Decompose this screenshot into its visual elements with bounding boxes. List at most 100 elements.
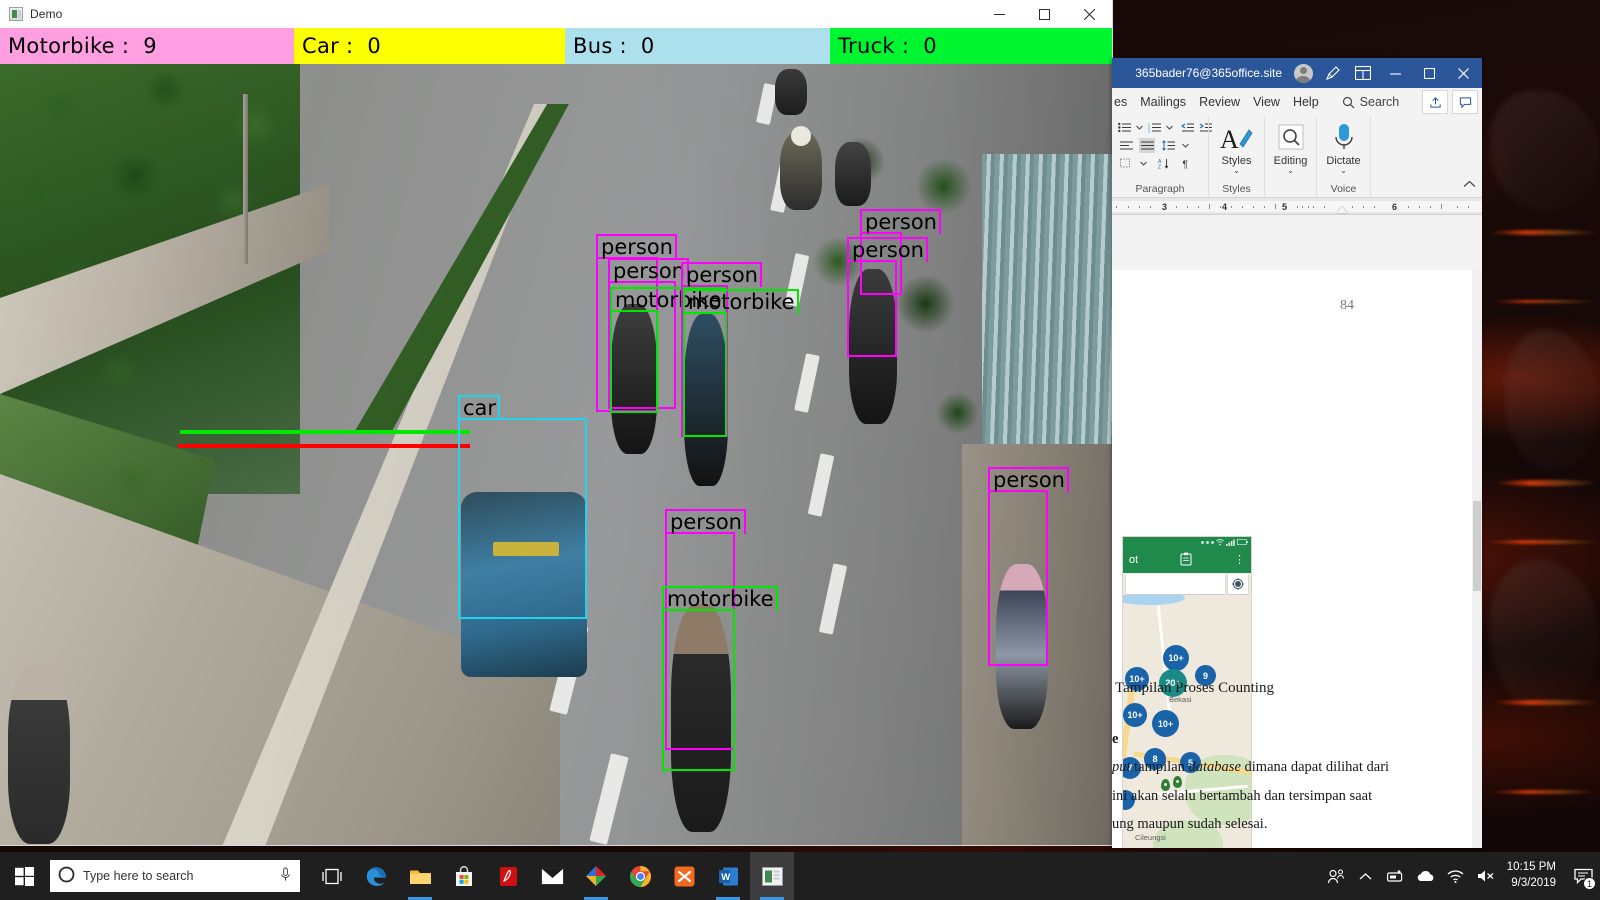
counter-motorbike-value: 9 [143,34,157,58]
clipboard-icon[interactable] [1180,552,1192,569]
body-line-italic2: database [1188,759,1241,776]
tab-view[interactable]: View [1253,95,1280,109]
shading-icon[interactable] [1118,156,1134,171]
counter-car-value: 0 [367,34,382,58]
word-window[interactable]: 365bader76@365office.site es Mailings Re… [1112,58,1482,848]
person-blob [8,664,70,844]
removable-media-icon[interactable] [1381,852,1411,900]
decrease-indent-icon[interactable] [1181,120,1194,135]
search-input[interactable]: Search [1342,95,1399,109]
action-center-icon[interactable]: 1 [1566,852,1600,900]
close-icon[interactable] [1067,0,1112,28]
styles-icon: A [1220,120,1254,154]
taskbar[interactable]: Type here to search W 10:15 PM 9/3/2019 … [0,852,1600,900]
ribbon-collapse[interactable] [1370,116,1482,197]
overflow-menu-icon[interactable]: ⋮ [1234,554,1245,566]
word-titlebar[interactable]: 365bader76@365office.site [1112,58,1482,88]
demo-titlebar[interactable]: Demo [0,0,1112,28]
chevron-down-icon[interactable] [1139,156,1147,171]
bullets-icon[interactable] [1118,120,1131,135]
mail-icon[interactable] [530,852,574,900]
phone-search-row[interactable] [1123,573,1251,595]
chrome-icon[interactable] [618,852,662,900]
people-icon[interactable] [1321,852,1351,900]
vehicle-blob [775,69,807,115]
ribbon-display-icon[interactable] [1348,58,1378,88]
chevron-down-icon[interactable] [1166,120,1173,135]
chevron-down-icon[interactable]: ⌄ [1340,167,1347,175]
maximize-icon[interactable] [1022,0,1067,28]
xampp-icon[interactable] [662,852,706,900]
volume-muted-icon[interactable] [1471,852,1501,900]
comment-icon[interactable] [1452,90,1478,114]
styles-button[interactable]: A Styles ⌄ [1213,120,1261,175]
map-cluster[interactable]: 10+ [1163,645,1189,671]
edge-icon[interactable] [354,852,398,900]
chevron-down-icon[interactable] [1136,120,1143,135]
folder-icon[interactable] [398,852,442,900]
document-scrollbar[interactable] [1472,270,1482,848]
body-line: e [1112,731,1119,747]
show-hidden-icons-chevron[interactable] [1351,852,1381,900]
chevron-down-icon[interactable]: ⌄ [1287,167,1294,175]
tab-review[interactable]: Review [1199,95,1240,109]
windows-start-icon[interactable] [0,852,48,900]
map-cluster[interactable]: 10+ [1123,703,1147,727]
align-left-icon[interactable] [1118,138,1134,153]
demo-app-icon[interactable] [750,852,794,900]
ink-pen-icon[interactable] [1318,58,1348,88]
detection-label: person [988,466,1069,492]
dictate-button[interactable]: Dictate ⌄ [1320,120,1368,175]
account-avatar[interactable] [1288,58,1318,88]
counter-bar: Motorbike : 9 Car : 0 Bus : 0 Truck : 0 [0,28,1112,64]
align-justify-icon[interactable] [1139,138,1155,153]
counter-motorbike-label: Motorbike : [8,34,130,58]
document-page[interactable]: 84 ot ⋮ 10+ 9 10+ 20+ 10+ 10+ 8 7 5 Beka… [1112,270,1472,848]
word-ribbon-tabs[interactable]: es Mailings Review View Help Search [1112,88,1482,116]
tab-references-partial[interactable]: es [1114,95,1127,109]
tab-help[interactable]: Help [1293,95,1319,109]
minimize-icon[interactable] [977,0,1022,28]
maximize-icon[interactable] [1412,58,1446,88]
light-pole [243,94,248,264]
onedrive-icon[interactable] [1411,852,1441,900]
network-icon[interactable] [1441,852,1471,900]
tab-mailings[interactable]: Mailings [1140,95,1186,109]
sort-icon[interactable]: AZ [1155,156,1171,171]
editing-button[interactable]: Editing ⌄ [1267,120,1315,175]
numbering-icon[interactable]: 123 [1148,120,1161,135]
demo-window[interactable]: Demo Motorbike : 9 Car : 0 Bus: 0 Truck… [0,0,1112,845]
collapse-ribbon-icon[interactable] [1463,175,1476,193]
ribbon-group-label-voice: Voice [1330,183,1357,195]
share-icon[interactable] [1422,90,1448,114]
word-icon[interactable]: W [706,852,750,900]
store-icon[interactable] [442,852,486,900]
my-location-icon[interactable] [1228,574,1248,594]
video-feed[interactable]: person person motorbike person motorbike… [0,64,1112,845]
phone-search-input[interactable] [1126,574,1225,594]
adobe-diamond-icon[interactable] [574,852,618,900]
scrollbar-thumb[interactable] [1473,501,1481,592]
microphone-icon[interactable] [279,867,292,885]
chevron-down-icon[interactable] [1181,138,1189,153]
document-ruler[interactable]: 3 4 5 6 [1112,198,1482,215]
task-view-icon[interactable] [310,852,354,900]
show-marks-icon[interactable]: ¶ [1179,156,1195,171]
clock[interactable]: 10:15 PM 9/3/2019 [1501,860,1566,891]
indent-marker[interactable] [1337,206,1347,213]
search-input[interactable]: Type here to search [50,860,300,892]
map-cluster-value: 9 [1202,670,1208,681]
word-ribbon[interactable]: 123 AZ ¶ Paragraph A Styles ⌄ Styles Edi… [1112,116,1482,198]
svg-text:Z: Z [1158,165,1161,170]
svg-text:3: 3 [1148,130,1150,133]
document-body[interactable]: e put tampilan database dimana dapat dil… [1112,725,1456,838]
line-spacing-icon[interactable] [1160,138,1176,153]
minimize-icon[interactable] [1378,58,1412,88]
signal-icon [1226,539,1235,546]
detection-label: person [847,236,928,262]
detection-label: person [860,208,941,234]
acrobat-icon[interactable] [486,852,530,900]
chevron-down-icon[interactable]: ⌄ [1233,167,1240,175]
close-icon[interactable] [1446,58,1480,88]
notification-count: 1 [1583,877,1596,890]
